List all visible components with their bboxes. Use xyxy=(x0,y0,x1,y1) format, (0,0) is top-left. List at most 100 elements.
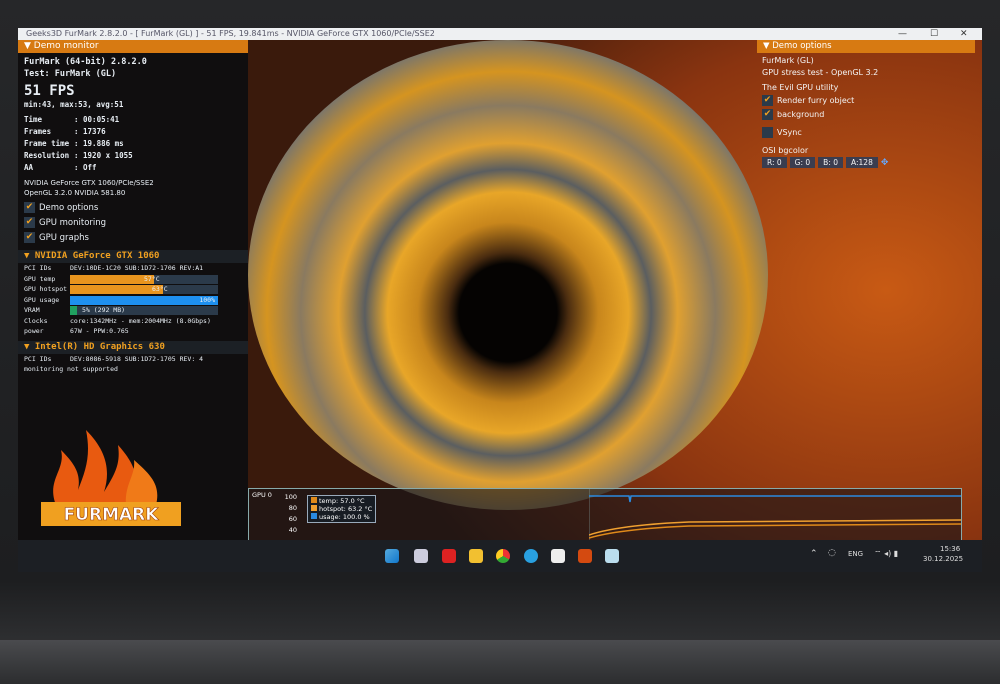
graph-y-ticks: 100 80 60 40 xyxy=(283,492,297,536)
vram-bar: 5% (292 MB) xyxy=(70,306,218,315)
temp-bar-fill xyxy=(70,274,155,284)
demo-monitor-header[interactable]: ▼ Demo monitor xyxy=(18,40,248,53)
task-view-icon[interactable] xyxy=(414,549,428,563)
checkbox-gpu-monitoring[interactable]: ✔ GPU monitoring xyxy=(18,216,248,231)
checkbox-gpu-graphs[interactable]: ✔ GPU graphs xyxy=(18,231,248,246)
options-tagline: The Evil GPU utility xyxy=(762,83,839,92)
usage-value: 100% xyxy=(199,295,215,304)
header-label: Demo options xyxy=(772,41,832,51)
row-label: GPU usage xyxy=(24,295,60,304)
hotspot-bar: 63°C xyxy=(70,285,218,294)
stat-key: Frame time xyxy=(24,139,70,148)
close-button[interactable]: ✕ xyxy=(960,28,968,40)
stat-row: Resolution: 1920 x 1055 xyxy=(18,150,248,162)
stat-row: Frame time : 19.886 ms xyxy=(18,138,248,150)
graph-title: GPU 0 xyxy=(252,491,272,499)
fps-stats: min:43, max:53, avg:51 xyxy=(24,100,124,109)
start-icon[interactable] xyxy=(385,549,399,563)
minimize-button[interactable]: — xyxy=(898,28,907,40)
svg-text:FURMARK: FURMARK xyxy=(64,505,160,525)
usage-bar: 100% xyxy=(70,295,218,305)
check-icon: ✔ xyxy=(24,232,35,243)
check-icon: ✔ xyxy=(24,217,35,228)
row-label: GPU temp xyxy=(24,274,56,283)
chrome-icon[interactable] xyxy=(496,549,510,563)
clock-time[interactable]: 15:36 xyxy=(940,545,960,553)
tray-app-icon[interactable]: ◌ xyxy=(828,548,836,558)
options-subtitle: GPU stress test - OpenGL 3.2 xyxy=(762,68,879,77)
tray-chevron-icon[interactable]: ⌃ xyxy=(810,549,818,559)
app-icon-red[interactable] xyxy=(442,549,456,563)
temp-bar: 57°C xyxy=(70,274,218,284)
language-indicator[interactable]: ENG xyxy=(848,550,863,558)
checkbox-label: GPU graphs xyxy=(39,233,89,243)
checkbox-vsync[interactable]: VSync xyxy=(757,126,975,140)
row-value: DEV:10DE-1C20 SUB:1D72-1706 REV:A1 xyxy=(70,264,204,272)
color-picker-icon[interactable]: ✥ xyxy=(881,158,889,168)
row-value: core:1342MHz - mem:2004MHz (8.0Gbps) xyxy=(70,316,211,325)
y-tick: 60 xyxy=(288,515,297,523)
gpu2-note: monitoring not supported xyxy=(24,365,118,373)
hotspot-bar-fill xyxy=(70,285,164,294)
temp-series xyxy=(589,523,961,539)
furmark-window-icon[interactable] xyxy=(605,549,619,563)
row-value: 67W - PPW:0.765 xyxy=(70,327,129,335)
taskbar: ⌃ ◌ ENG ⌔ ◂) ▮ 15:36 30.12.2025 xyxy=(18,540,982,572)
stat-key: Frames xyxy=(24,127,52,136)
check-icon: ✔ xyxy=(762,95,773,106)
graph-legend: temp: 57.0 °C hotspot: 63.2 °C usage: 10… xyxy=(307,495,377,523)
bgcolor-a-input[interactable]: A:128 xyxy=(846,157,878,168)
gpu1-vram-row: VRAM 5% (292 MB) xyxy=(18,305,248,316)
checkbox-demo-options[interactable]: ✔ Demo options xyxy=(18,201,248,216)
network-volume-icons[interactable]: ⌔ ◂) ▮ xyxy=(874,549,898,559)
stat-value: : 19.886 ms xyxy=(74,139,124,148)
usage-series xyxy=(589,495,961,503)
legend-temp: temp: 57.0 °C xyxy=(311,497,372,505)
clock-date[interactable]: 30.12.2025 xyxy=(923,555,963,563)
vram-value: 5% (292 MB) xyxy=(82,306,126,314)
checkbox-label: Render furry object xyxy=(777,96,855,105)
gpu1-section-header[interactable]: ▼ NVIDIA GeForce GTX 1060 xyxy=(18,250,248,263)
legend-label: hotspot: 63.2 °C xyxy=(319,505,373,513)
legend-usage: usage: 100.0 % xyxy=(311,513,372,521)
gpu1-pci-row: PCI IDs DEV:10DE-1C20 SUB:1D72-1706 REV:A… xyxy=(18,263,248,274)
stat-value: : Off xyxy=(74,163,97,172)
bgcolor-r-input[interactable]: R: 0 xyxy=(762,157,787,168)
checkbox-render-furry[interactable]: ✔ Render furry object xyxy=(757,94,975,108)
demo-options-header[interactable]: ▼ Demo options xyxy=(757,40,975,53)
bgcolor-b-input[interactable]: B: 0 xyxy=(818,157,843,168)
stat-key: AA xyxy=(24,163,34,172)
gpu1-clocks-row: Clocks core:1342MHz - mem:2004MHz (8.0Gbp… xyxy=(18,316,248,327)
demo-monitor-panel: ▼ Demo monitor FurMark (64-bit) 2.8.2.0 … xyxy=(18,40,248,540)
stat-key: Time xyxy=(24,115,43,124)
vram-bar-fill xyxy=(70,306,78,315)
row-label: power xyxy=(24,327,44,335)
row-value: DEV:8086-5918 SUB:1D72-1705 REV: 4 xyxy=(70,354,204,363)
screen: Geeks3D FurMark 2.8.2.0 - [ FurMark (GL)… xyxy=(18,28,982,572)
row-label: Clocks xyxy=(24,316,48,325)
y-tick: 80 xyxy=(288,504,297,512)
gpu1-name: NVIDIA GeForce GTX 1060 xyxy=(34,251,160,261)
hotspot-value: 63°C xyxy=(152,285,168,293)
legend-hotspot: hotspot: 63.2 °C xyxy=(311,505,372,513)
furmark-logo: FURMARK xyxy=(41,430,181,526)
checkbox-label: VSync xyxy=(777,128,802,137)
gpu-graph: GPU 0 100 80 60 40 temp: 57.0 °C hotspot: 6… xyxy=(248,488,962,542)
telegram-icon[interactable] xyxy=(524,549,538,563)
app-icon-w[interactable] xyxy=(551,549,565,563)
row-label: VRAM xyxy=(24,306,40,314)
furmark-taskbar-icon[interactable] xyxy=(578,549,592,563)
gpu2-section-header[interactable]: ▼ Intel(R) HD Graphics 630 xyxy=(18,340,248,354)
maximize-button[interactable]: ☐ xyxy=(930,28,938,40)
stat-value: : 17376 xyxy=(74,127,106,136)
checkbox-empty xyxy=(762,127,773,138)
file-explorer-icon[interactable] xyxy=(469,549,483,563)
test-name: Test: FurMark (GL) xyxy=(24,69,117,79)
opengl-info: OpenGL 3.2.0 NVIDIA 581.80 xyxy=(24,189,126,197)
options-title: FurMark (GL) xyxy=(762,56,814,65)
window-title: Geeks3D FurMark 2.8.2.0 - [ FurMark (GL)… xyxy=(26,29,435,38)
bgcolor-g-input[interactable]: G: 0 xyxy=(789,157,816,168)
checkbox-label: background xyxy=(777,110,825,119)
stat-value: : 00:05:41 xyxy=(74,115,120,124)
checkbox-background[interactable]: ✔ background xyxy=(757,108,975,122)
